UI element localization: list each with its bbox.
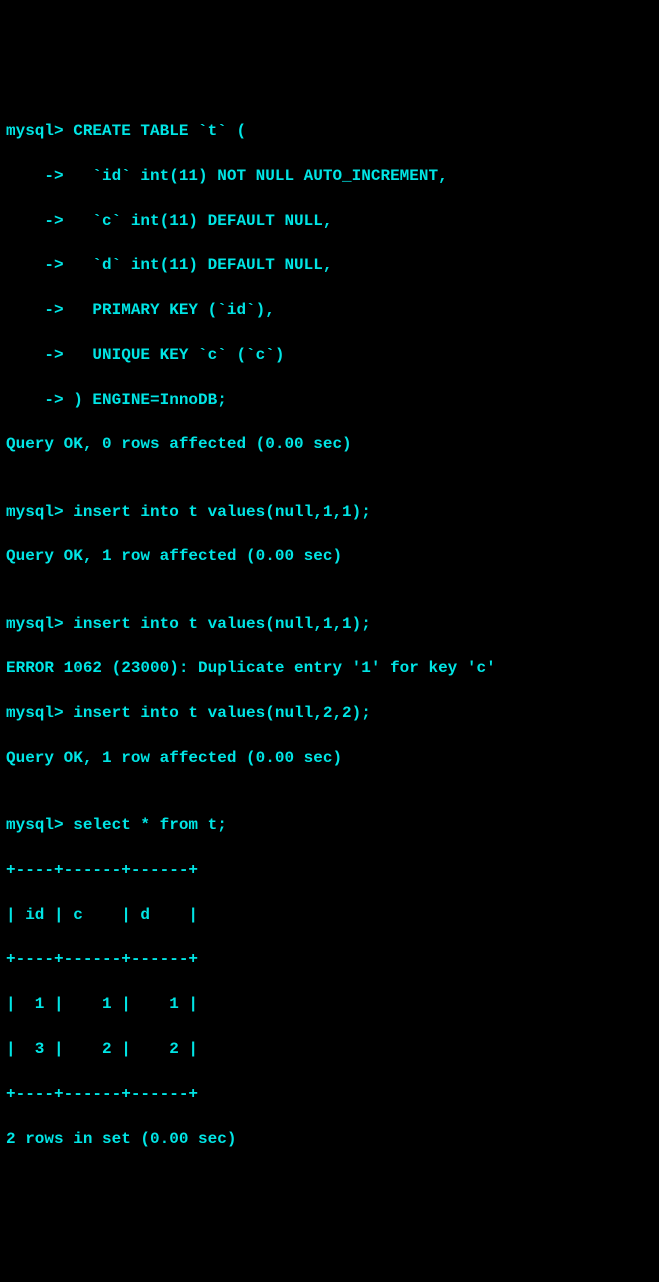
mysql-prompt: mysql> <box>6 704 64 722</box>
create-line-4: -> `d` int(11) DEFAULT NULL, <box>6 254 653 276</box>
create-result: Query OK, 0 rows affected (0.00 sec) <box>6 433 653 455</box>
select-result: 2 rows in set (0.00 sec) <box>6 1128 653 1150</box>
create-line-5: -> PRIMARY KEY (`id`), <box>6 299 653 321</box>
mysql-prompt: mysql> <box>6 122 64 140</box>
mysql-prompt: mysql> <box>6 615 64 633</box>
create-line-7: -> ) ENGINE=InnoDB; <box>6 389 653 411</box>
insert2-line: mysql> insert into t values(null,1,1); <box>6 613 653 635</box>
mysql-prompt: mysql> <box>6 816 64 834</box>
table-header: | id | c | d | <box>6 904 653 926</box>
insert3-line: mysql> insert into t values(null,2,2); <box>6 702 653 724</box>
mysql-prompt: mysql> <box>6 503 64 521</box>
create-line-6: -> UNIQUE KEY `c` (`c`) <box>6 344 653 366</box>
create-line-1: mysql> CREATE TABLE `t` ( <box>6 120 653 142</box>
continuation-prompt: -> <box>6 391 64 409</box>
error-duplicate: ERROR 1062 (23000): Duplicate entry '1' … <box>6 657 653 679</box>
continuation-prompt: -> <box>6 212 64 230</box>
continuation-prompt: -> <box>6 256 64 274</box>
create-line-2: -> `id` int(11) NOT NULL AUTO_INCREMENT, <box>6 165 653 187</box>
table-row: | 1 | 1 | 1 | <box>6 993 653 1015</box>
continuation-prompt: -> <box>6 167 64 185</box>
terminal-output: mysql> CREATE TABLE `t` ( -> `id` int(11… <box>6 98 653 1173</box>
table-border-bottom: +----+------+------+ <box>6 1083 653 1105</box>
select-line: mysql> select * from t; <box>6 814 653 836</box>
table-border-top: +----+------+------+ <box>6 859 653 881</box>
insert3-result: Query OK, 1 row affected (0.00 sec) <box>6 747 653 769</box>
table-row: | 3 | 2 | 2 | <box>6 1038 653 1060</box>
continuation-prompt: -> <box>6 301 64 319</box>
table-border-mid: +----+------+------+ <box>6 948 653 970</box>
continuation-prompt: -> <box>6 346 64 364</box>
create-line-3: -> `c` int(11) DEFAULT NULL, <box>6 210 653 232</box>
insert1-line: mysql> insert into t values(null,1,1); <box>6 501 653 523</box>
insert1-result: Query OK, 1 row affected (0.00 sec) <box>6 545 653 567</box>
